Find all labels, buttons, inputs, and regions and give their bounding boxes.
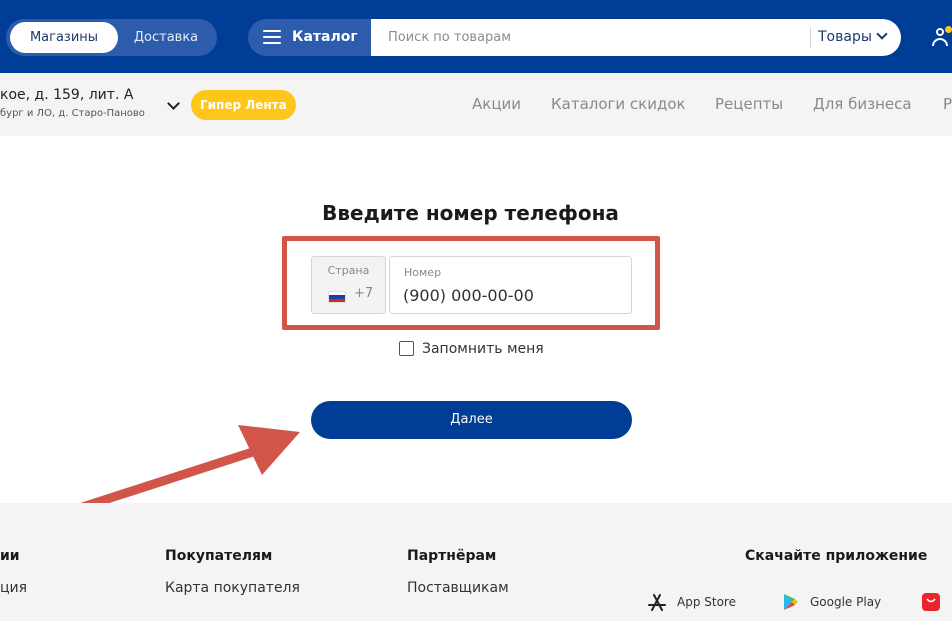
page-title: Введите номер телефона	[322, 201, 619, 225]
footer: ии ция Покупателям Карта покупателя Парт…	[0, 503, 952, 621]
menu-icon	[263, 30, 281, 44]
footer-partners-title: Партнёрам	[407, 548, 497, 564]
russia-flag-icon	[328, 291, 346, 303]
footer-customers-title: Покупателям	[165, 548, 273, 564]
nav-recipes[interactable]: Рецепты	[715, 73, 783, 136]
google-play-link[interactable]: Google Play	[781, 593, 896, 611]
nav-more[interactable]: Р	[943, 73, 952, 136]
nav-discount-catalogs[interactable]: Каталоги скидок	[551, 73, 686, 136]
next-button[interactable]: Далее	[311, 401, 632, 439]
sub-header: кое, д. 159, лит. А бург и ЛО, д. Старо-…	[0, 73, 952, 136]
search-divider	[810, 27, 811, 48]
tab-stores[interactable]: Магазины	[10, 22, 118, 53]
nav-promotions[interactable]: Акции	[472, 73, 521, 136]
appgallery-link[interactable]	[922, 593, 942, 611]
search-scope-dropdown[interactable]: Товары	[818, 19, 888, 56]
app-store-link[interactable]: App Store	[648, 593, 748, 611]
catalog-button[interactable]: Каталог	[248, 19, 378, 56]
phone-field[interactable]: Номер	[389, 256, 632, 314]
mode-toggle: Магазины Доставка	[6, 19, 217, 56]
footer-suppliers-link[interactable]: Поставщикам	[407, 580, 509, 596]
store-city: бург и ЛО, д. Старо-Паново	[0, 108, 145, 119]
search-scope-label: Товары	[818, 29, 872, 45]
footer-loyalty-card-link[interactable]: Карта покупателя	[165, 580, 300, 596]
chevron-down-icon[interactable]	[167, 97, 180, 110]
remember-label: Запомнить меня	[422, 341, 544, 357]
catalog-label: Каталог	[292, 29, 358, 45]
search-bar: Товары	[371, 19, 901, 56]
country-label: Страна	[327, 264, 370, 277]
phone-input[interactable]	[403, 283, 623, 307]
user-icon[interactable]	[932, 26, 952, 50]
search-input[interactable]	[371, 19, 809, 56]
country-select[interactable]: Страна +7	[311, 256, 386, 314]
store-type-badge: Гипер Лента	[191, 90, 296, 120]
phone-label: Номер	[404, 266, 442, 279]
top-header: Магазины Доставка Каталог Товары	[0, 0, 952, 73]
app-store-icon	[648, 594, 666, 611]
appgallery-icon	[922, 593, 940, 611]
footer-col1-link[interactable]: ция	[0, 580, 27, 596]
footer-col1-title: ии	[0, 548, 20, 564]
tab-delivery[interactable]: Доставка	[118, 22, 214, 53]
app-store-label: App Store	[677, 595, 736, 609]
nav-business[interactable]: Для бизнеса	[813, 73, 912, 136]
store-address[interactable]: кое, д. 159, лит. А	[0, 87, 133, 103]
country-code: +7	[354, 286, 374, 301]
remember-checkbox[interactable]	[399, 341, 414, 356]
chevron-down-icon	[876, 28, 888, 40]
google-play-label: Google Play	[810, 595, 882, 609]
notification-dot	[945, 26, 952, 33]
google-play-icon	[784, 594, 798, 610]
footer-apps-title: Скачайте приложение	[745, 548, 928, 564]
